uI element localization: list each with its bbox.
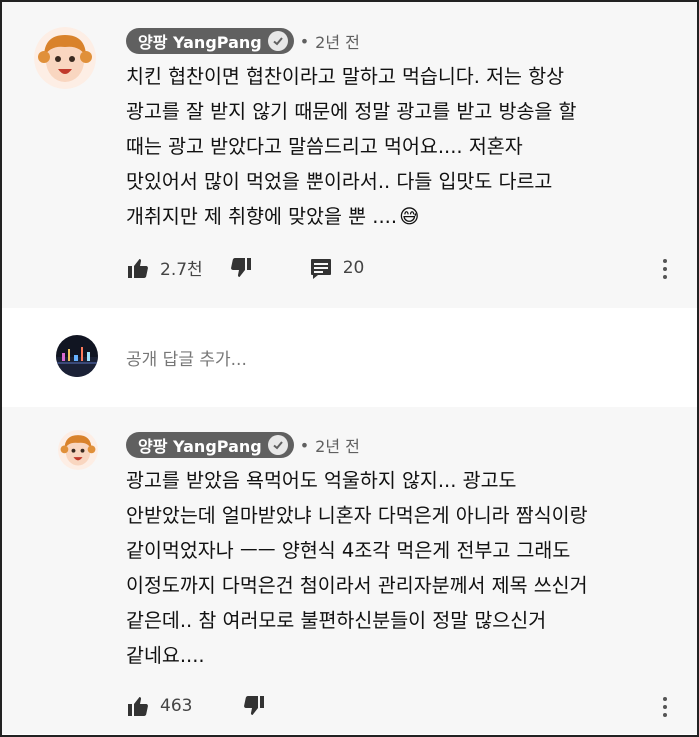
verified-check-icon bbox=[267, 435, 288, 455]
like-icon bbox=[128, 258, 148, 278]
comment-age[interactable]: 2년 전 bbox=[315, 29, 360, 53]
dot-separator: • bbox=[299, 31, 310, 51]
comment-body: 광고를 받았음 욕먹어도 억울하지 않지... 광고도 안받았는데 얼마받았냐 … bbox=[126, 463, 588, 673]
comment-line: 광고를 잘 받지 않기 때문에 정말 광고를 받고 방송을 할 bbox=[126, 100, 577, 123]
author-name: 양팡 YangPang bbox=[138, 33, 262, 52]
comment-age[interactable]: 2년 전 bbox=[315, 433, 360, 457]
dislike-icon bbox=[244, 696, 265, 715]
sweat-smile-emoji: 😅 bbox=[399, 205, 420, 228]
current-user-avatar bbox=[56, 335, 98, 377]
like-count: 2.7천 bbox=[160, 260, 203, 280]
comment-line: 때는 광고 받았다고 말씀드리고 먹어요.... 저혼자 bbox=[126, 135, 523, 158]
comment-line: 같은데.. 참 여러모로 불편하신분들이 정말 많으신거 bbox=[126, 609, 547, 632]
comment-header: 양팡 YangPang • 2년 전 bbox=[126, 28, 360, 54]
comment-header: 양팡 YangPang • 2년 전 bbox=[126, 432, 360, 458]
comment-line: 광고를 받았음 욕먹어도 억울하지 않지... 광고도 bbox=[126, 469, 517, 492]
like-button[interactable]: 463 bbox=[126, 694, 192, 718]
comment-body: 치킨 협찬이면 협찬이라고 말하고 먹습니다. 저는 항상 광고를 잘 받지 않… bbox=[126, 59, 576, 234]
dislike-button[interactable] bbox=[242, 694, 266, 718]
author-avatar[interactable] bbox=[34, 27, 96, 89]
dot-separator: • bbox=[299, 435, 310, 455]
reply-button[interactable]: 20 bbox=[309, 256, 365, 280]
like-icon bbox=[128, 697, 148, 716]
like-button[interactable]: 2.7천 bbox=[126, 255, 203, 280]
comment-line: 같이먹었자나 ㅡㅡ 양현식 4조각 먹은게 전부고 그래도 bbox=[126, 539, 571, 562]
reply-comment-icon bbox=[310, 258, 331, 279]
comment-line: 안받았는데 얼마받았냐 니혼자 다먹은게 아니라 짬식이랑 bbox=[126, 504, 588, 527]
author-name: 양팡 YangPang bbox=[138, 437, 262, 456]
author-avatar[interactable] bbox=[58, 430, 98, 470]
reply-count: 20 bbox=[342, 257, 365, 278]
dislike-icon bbox=[230, 257, 251, 277]
comment-line: 치킨 협찬이면 협찬이라고 말하고 먹습니다. 저는 항상 bbox=[126, 65, 565, 88]
like-count: 463 bbox=[160, 696, 193, 716]
comment-line-with-emoji: 개취지만 제 취향에 맞았을 뿐 .... 😅 bbox=[126, 199, 576, 234]
dislike-button[interactable] bbox=[229, 256, 253, 280]
comment-actions: 2.7천 20 bbox=[126, 255, 364, 280]
comment-line: 개취지만 제 취향에 맞았을 뿐 .... bbox=[126, 205, 398, 228]
reply-input[interactable]: 공개 답글 추가... bbox=[126, 345, 247, 370]
more-vert-icon[interactable] bbox=[662, 259, 668, 279]
author-name-chip[interactable]: 양팡 YangPang bbox=[126, 432, 294, 458]
comment-actions: 463 bbox=[126, 694, 266, 718]
verified-check-icon bbox=[267, 31, 288, 51]
comment-line: 이정도까지 다먹은건 첨이라서 관리자분께서 제목 쓰신거 bbox=[126, 574, 588, 597]
comment-line: 같네요.... bbox=[126, 644, 205, 667]
more-vert-icon[interactable] bbox=[662, 697, 668, 717]
author-name-chip[interactable]: 양팡 YangPang bbox=[126, 28, 294, 54]
reply-box-row bbox=[2, 308, 697, 405]
comment-line: 맛있어서 많이 먹었을 뿐이라서.. 다들 입맛도 다르고 bbox=[126, 170, 553, 193]
